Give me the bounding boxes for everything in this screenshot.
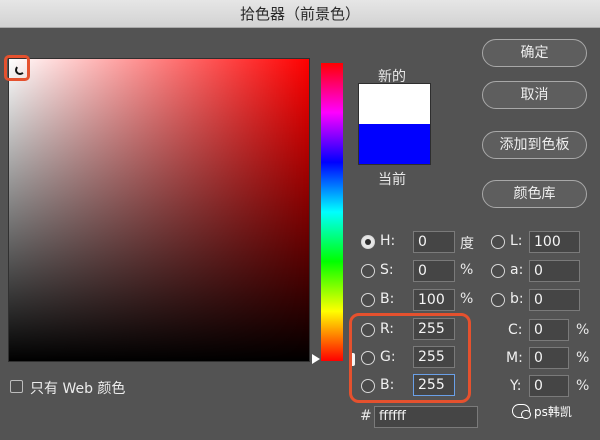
yellow-input[interactable]: 0: [529, 375, 569, 397]
color-field-selection-highlight: [4, 55, 30, 81]
current-color-label: 当前: [378, 172, 406, 188]
a-channel-input[interactable]: 0: [529, 260, 580, 282]
hex-input[interactable]: ffffff: [374, 406, 478, 428]
blue-label: B:: [380, 377, 395, 393]
green-input[interactable]: 255: [413, 346, 455, 368]
hex-label: #: [360, 408, 372, 424]
cancel-button[interactable]: 取消: [482, 81, 587, 109]
hue-input[interactable]: 0: [413, 231, 455, 253]
hue-unit: 度: [460, 236, 474, 252]
a-channel-label: a:: [510, 262, 524, 278]
saturation-unit: %: [460, 262, 474, 278]
brightness-label: B:: [380, 291, 395, 307]
radio-lightness[interactable]: [491, 235, 505, 249]
yellow-unit: %: [576, 378, 590, 394]
red-input[interactable]: 255: [413, 318, 455, 340]
radio-b-channel[interactable]: [491, 293, 505, 307]
radio-blue[interactable]: [361, 379, 375, 393]
radio-red[interactable]: [361, 323, 375, 337]
brightness-input[interactable]: 100: [413, 289, 455, 311]
b-channel-input[interactable]: 0: [529, 289, 580, 311]
brightness-unit: %: [460, 291, 474, 307]
add-to-swatches-button[interactable]: 添加到色板: [482, 131, 587, 159]
new-color-swatch: [359, 84, 430, 124]
yellow-label: Y:: [510, 378, 522, 394]
watermark-text: ps韩凯: [534, 405, 572, 419]
saturation-label: S:: [380, 262, 394, 278]
color-picker-cursor-icon[interactable]: [15, 65, 25, 75]
cyan-input[interactable]: 0: [529, 319, 569, 341]
b-channel-label: b:: [510, 291, 524, 307]
blue-input[interactable]: 255: [413, 374, 455, 396]
watermark: ps韩凯: [512, 402, 596, 422]
web-colors-only-label: 只有 Web 颜色: [30, 381, 126, 397]
hue-slider[interactable]: [321, 63, 343, 361]
radio-saturation[interactable]: [361, 264, 375, 278]
web-colors-only-checkbox[interactable]: [10, 380, 23, 393]
window-title: 拾色器（前景色）: [0, 0, 600, 28]
color-field-brightness-layer: [9, 59, 309, 361]
green-label: G:: [380, 349, 396, 365]
magenta-unit: %: [576, 350, 590, 366]
hue-label: H:: [380, 233, 396, 249]
red-label: R:: [380, 321, 395, 337]
lightness-input[interactable]: 100: [529, 231, 580, 253]
color-field[interactable]: [8, 58, 310, 362]
cyan-label: C:: [508, 322, 523, 338]
magenta-label: M:: [506, 350, 523, 366]
magenta-input[interactable]: 0: [529, 347, 569, 369]
current-color-swatch[interactable]: [359, 124, 430, 164]
radio-hue[interactable]: [361, 235, 375, 249]
ok-button[interactable]: 确定: [482, 39, 587, 67]
cyan-unit: %: [576, 322, 590, 338]
saturation-input[interactable]: 0: [413, 260, 455, 282]
radio-green[interactable]: [361, 351, 375, 365]
wechat-icon: [512, 404, 531, 419]
radio-brightness[interactable]: [361, 293, 375, 307]
hue-slider-left-handle-icon[interactable]: [312, 354, 320, 364]
radio-a-channel[interactable]: [491, 264, 505, 278]
color-libraries-button[interactable]: 颜色库: [482, 180, 587, 208]
lightness-label: L:: [510, 233, 523, 249]
